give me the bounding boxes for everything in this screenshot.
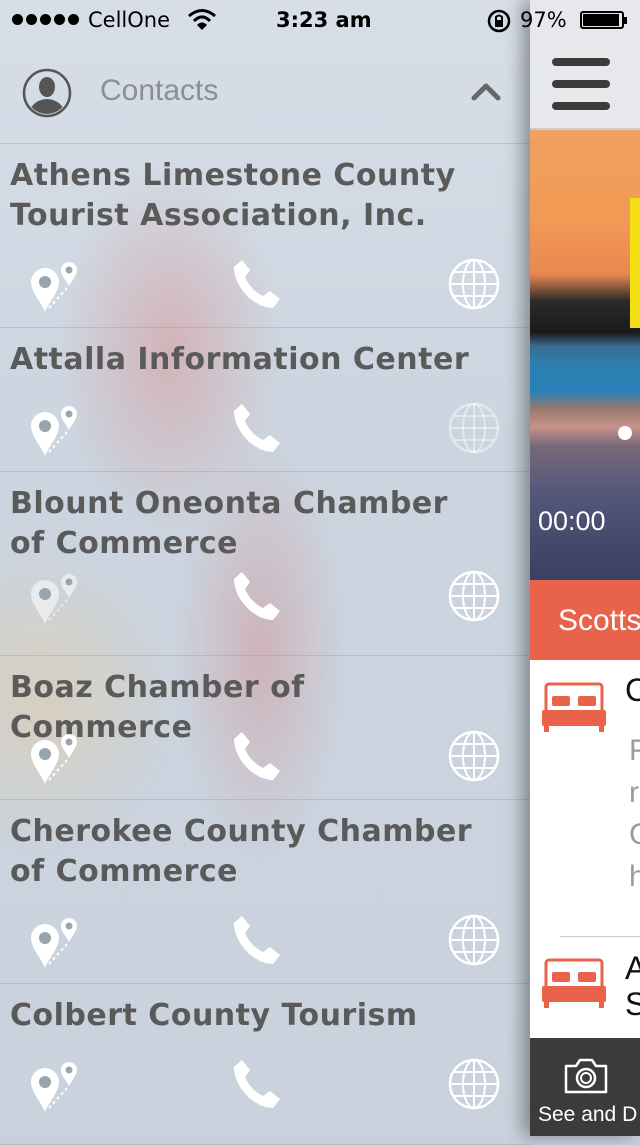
map-pin-icon[interactable] (27, 1056, 83, 1112)
signal-strength-icon (12, 14, 79, 25)
hamburger-menu-icon[interactable] (552, 58, 610, 110)
battery-icon (580, 11, 627, 29)
listing-title[interactable]: C (625, 672, 640, 709)
globe-icon[interactable] (446, 728, 502, 784)
wifi-icon (188, 9, 216, 30)
status-bar: CellOne 3:23 am 97% (0, 0, 640, 40)
contacts-drawer: Contacts Athens Limestone County Tourist… (0, 40, 530, 1145)
contact-row[interactable]: Athens Limestone County Tourist Associat… (0, 144, 530, 328)
battery-percent: 97% (520, 8, 567, 32)
person-icon (22, 68, 72, 118)
contact-row[interactable]: Attalla Information Center (0, 328, 530, 472)
map-pin-icon[interactable] (27, 728, 83, 784)
contact-row[interactable]: Boaz Chamber of Commerce (0, 656, 530, 800)
camera-icon[interactable] (562, 1056, 610, 1096)
map-pin-icon[interactable] (27, 256, 83, 312)
map-pin-icon[interactable] (27, 568, 83, 624)
phone-icon[interactable] (228, 568, 284, 624)
contact-row[interactable]: Blount Oneonta Chamber of Commerce (0, 472, 530, 656)
chevron-up-icon[interactable] (470, 78, 502, 104)
main-app-panel[interactable]: 00:00 Scotts C F r C h A S See and D (530, 0, 640, 1136)
status-time: 3:23 am (276, 8, 372, 32)
list-divider (560, 936, 640, 937)
drawer-title: Contacts (100, 74, 219, 107)
listing-description: F r C h (629, 734, 640, 893)
carousel-dot[interactable] (618, 426, 632, 440)
hero-photo-sign (630, 198, 640, 328)
carrier-name: CellOne (88, 8, 171, 32)
drawer-header[interactable]: Contacts (0, 40, 530, 144)
contact-list: Athens Limestone County Tourist Associat… (0, 144, 530, 1145)
bed-icon (542, 958, 606, 1008)
contact-name: Athens Limestone County Tourist Associat… (10, 158, 456, 233)
tab-see-and-do[interactable]: See and D (538, 1103, 637, 1127)
globe-icon[interactable] (446, 256, 502, 312)
globe-icon[interactable] (446, 912, 502, 968)
globe-icon[interactable] (446, 400, 502, 456)
map-pin-icon[interactable] (27, 912, 83, 968)
contact-name: Attalla Information Center (10, 342, 470, 377)
phone-icon[interactable] (228, 912, 284, 968)
contact-name: Cherokee County Chamber of Commerce (10, 814, 473, 889)
rotation-lock-icon (487, 9, 511, 33)
map-pin-icon[interactable] (27, 400, 83, 456)
globe-icon[interactable] (446, 1056, 502, 1112)
bed-icon (542, 682, 606, 732)
phone-icon[interactable] (228, 400, 284, 456)
phone-icon[interactable] (228, 1056, 284, 1112)
location-banner-label: Scotts (558, 604, 640, 637)
phone-icon[interactable] (228, 256, 284, 312)
contact-row[interactable]: Colbert County Tourism (0, 984, 530, 1145)
listing-title[interactable]: A S (625, 950, 640, 1022)
globe-icon[interactable] (446, 568, 502, 624)
contact-name: Colbert County Tourism (10, 998, 418, 1033)
phone-icon[interactable] (228, 728, 284, 784)
contact-row[interactable]: Cherokee County Chamber of Commerce (0, 800, 530, 984)
contact-name: Blount Oneonta Chamber of Commerce (10, 486, 448, 561)
video-timecode: 00:00 (538, 506, 606, 536)
